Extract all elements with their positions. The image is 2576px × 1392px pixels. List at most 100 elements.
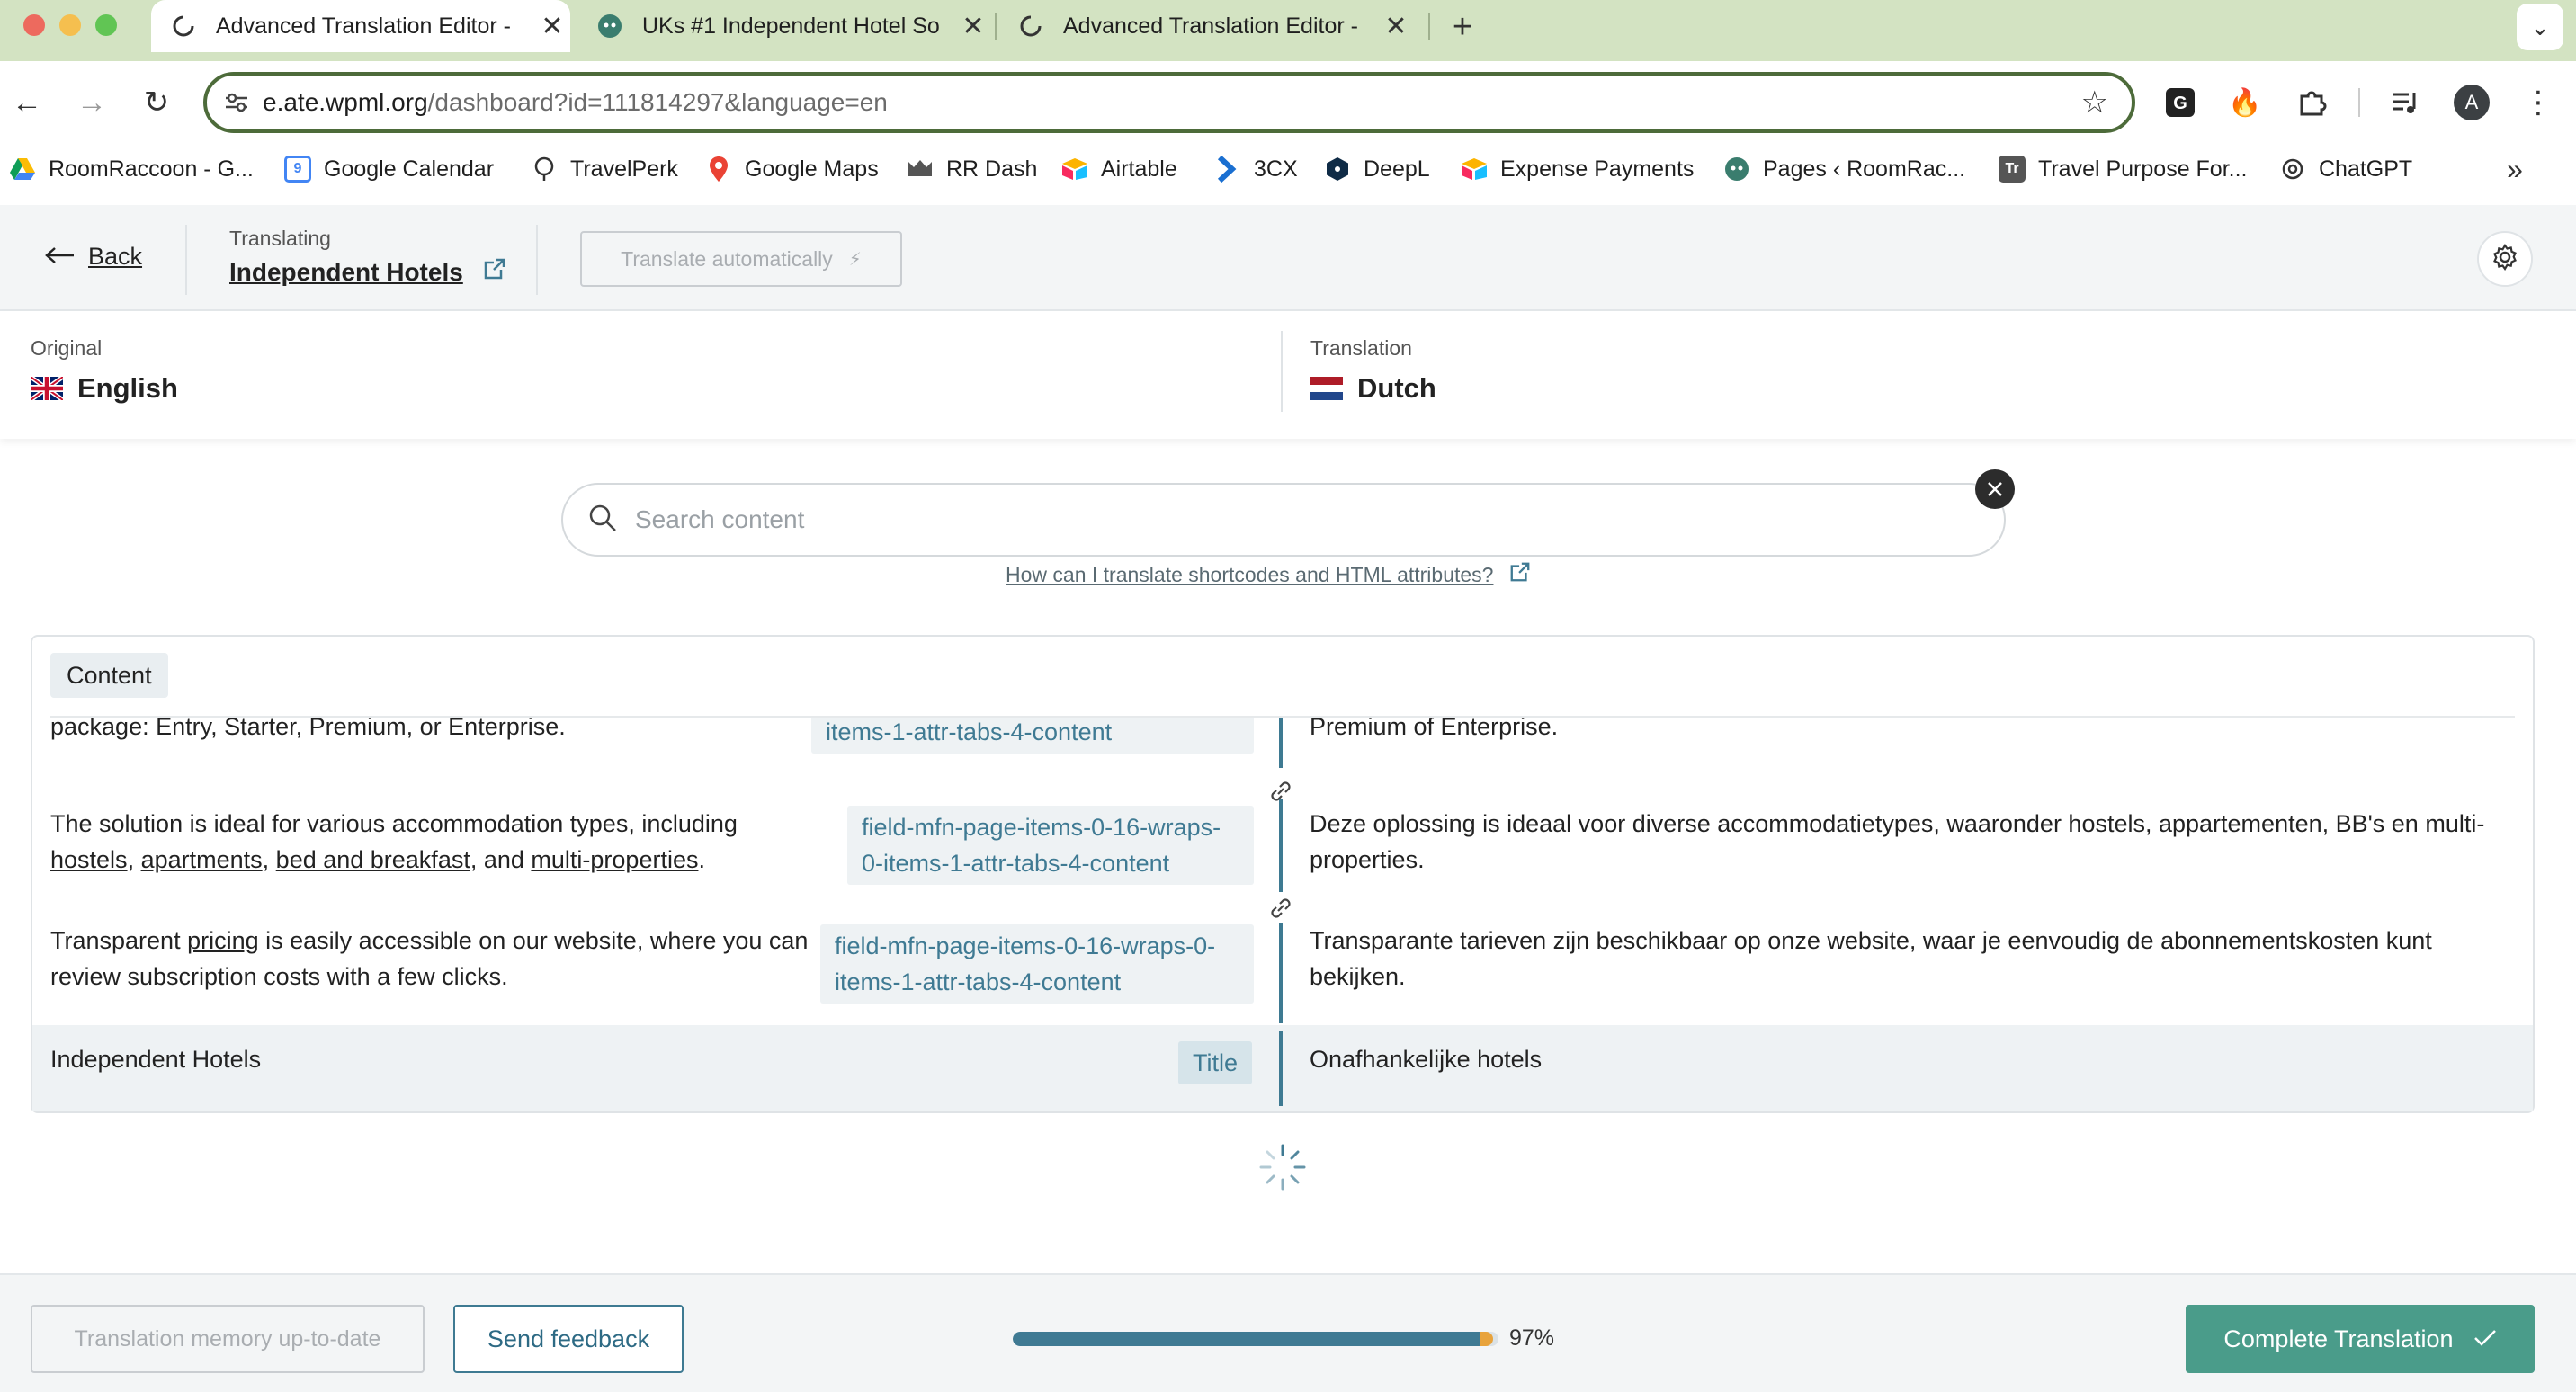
bookmark-chatgpt[interactable]: ChatGPT: [2279, 149, 2412, 189]
wpml-tab-icon: [171, 13, 196, 39]
browser-tab-1[interactable]: Advanced Translation Editor - ✕: [151, 0, 570, 52]
browser-tab-3[interactable]: Advanced Translation Editor - ✕: [998, 0, 1414, 52]
segment-status-bar: [1279, 1031, 1283, 1106]
bookmark-expense-payments[interactable]: Expense Payments: [1461, 149, 1694, 189]
send-feedback-button[interactable]: Send feedback: [453, 1305, 684, 1373]
more-bookmarks-icon[interactable]: »: [2497, 151, 2533, 187]
calendar-icon: 9: [284, 156, 311, 183]
source-link-hostels[interactable]: hostels: [50, 846, 128, 873]
bookmark-label: TravelPerk: [570, 156, 678, 182]
segment-status-bar: [1279, 923, 1283, 1023]
bookmark-label: Google Maps: [745, 156, 879, 182]
bookmark-roomraccoon[interactable]: RoomRaccoon - G...: [9, 149, 254, 189]
address-bar[interactable]: e.ate.wpml.org/dashboard?id=111814297&la…: [203, 72, 2135, 133]
target-text[interactable]: Deze oplossing is ideaal voor diverse ac…: [1310, 806, 2515, 878]
segment-status-bar: [1279, 799, 1283, 892]
back-button[interactable]: Back: [45, 243, 142, 271]
roomraccoon-tab-icon: [597, 13, 622, 39]
close-window-button[interactable]: [23, 14, 45, 36]
source-text: Independent Hotels: [50, 1046, 262, 1073]
translate-automatically-button[interactable]: Translate automatically ⚡: [580, 231, 902, 287]
bookmark-airtable[interactable]: Airtable: [1061, 149, 1177, 189]
field-tag: field-mfn-page-items-0-16-wraps-0-items-…: [847, 806, 1254, 885]
field-tag-line: field-mfn-page-items-0-16-wraps-0-: [835, 932, 1216, 959]
field-tag: items-1-attr-tabs-4-content: [811, 718, 1254, 754]
reload-icon[interactable]: ↻: [137, 83, 176, 122]
search-input[interactable]: Search content: [561, 483, 2006, 557]
language-divider: [1281, 331, 1283, 412]
field-tag: field-mfn-page-items-0-16-wraps-0- items-…: [820, 924, 1254, 1004]
original-label: Original: [31, 336, 103, 360]
field-tag-line: items-1-attr-tabs-4-content: [835, 968, 1122, 995]
bookmark-travel-purpose[interactable]: Tr Travel Purpose For...: [1999, 149, 2248, 189]
source-fragment: ,: [262, 846, 276, 873]
media-controls-icon[interactable]: [2385, 83, 2425, 122]
browser-menu-icon[interactable]: ⋮: [2518, 83, 2558, 122]
new-tab-icon[interactable]: +: [1443, 7, 1482, 47]
tab-title: Advanced Translation Editor -: [216, 13, 511, 39]
source-link-pricing[interactable]: pricing: [187, 927, 259, 954]
original-language: English: [31, 372, 178, 405]
source-link-bed-and-breakfast[interactable]: bed and breakfast: [276, 846, 470, 873]
site-settings-icon[interactable]: [223, 92, 250, 113]
source-fragment: ,: [127, 846, 141, 873]
bookmark-deepl[interactable]: DeepL: [1324, 149, 1430, 189]
close-tab-icon[interactable]: ✕: [955, 11, 991, 42]
clear-search-button[interactable]: [1975, 469, 2015, 509]
expense-icon: [1461, 156, 1488, 183]
translation-language-name: Dutch: [1357, 372, 1436, 404]
segment-row-1[interactable]: The solution is ideal for various accomm…: [32, 802, 2533, 892]
extensions-puzzle-icon[interactable]: [2292, 83, 2331, 122]
bookmark-3cx[interactable]: 3CX: [1214, 149, 1298, 189]
fire-extension-icon[interactable]: 🔥: [2225, 83, 2265, 122]
uk-flag-icon: [31, 377, 63, 400]
segment-row-0[interactable]: package: Entry, Starter, Premium, or Ent…: [32, 718, 2533, 763]
url-path: /dashboard?id=111814297&language=en: [427, 88, 888, 116]
bookmark-rr-dash[interactable]: RR Dash: [907, 149, 1037, 189]
lightning-icon: ⚡: [848, 249, 862, 270]
bookmark-pages-roomraccoon[interactable]: Pages ‹ RoomRac...: [1723, 149, 1965, 189]
close-tab-icon[interactable]: ✕: [1378, 11, 1414, 42]
target-text[interactable]: Premium of Enterprise.: [1310, 718, 2497, 745]
field-tag-line: 0-items-1-attr-tabs-4-content: [862, 850, 1170, 877]
minimize-window-button[interactable]: [59, 14, 81, 36]
segment-row-2[interactable]: Transparent pricing is easily accessible…: [32, 919, 2533, 1018]
bookmark-google-maps[interactable]: Google Maps: [705, 149, 879, 189]
header-divider: [536, 225, 538, 295]
svg-text:G: G: [2173, 94, 2187, 113]
settings-gear-button[interactable]: [2477, 231, 2533, 287]
back-arrow-icon[interactable]: ←: [7, 83, 47, 122]
external-link-icon: [483, 257, 506, 287]
source-link-apartments[interactable]: apartments: [141, 846, 263, 873]
profile-avatar[interactable]: A: [2454, 85, 2490, 120]
bookmark-travelperk[interactable]: TravelPerk: [531, 149, 678, 189]
segment-row-title[interactable]: [32, 1025, 2533, 1111]
complete-label: Complete Translation: [2223, 1325, 2454, 1352]
complete-translation-button[interactable]: Complete Translation: [2186, 1305, 2535, 1373]
bookmark-star-icon[interactable]: ☆: [2081, 85, 2108, 120]
wpml-tab-icon: [1018, 13, 1043, 39]
target-text[interactable]: Onafhankelijke hotels: [1310, 1041, 1542, 1077]
source-fragment: .: [698, 846, 705, 873]
target-text[interactable]: Transparante tarieven zijn beschikbaar o…: [1310, 923, 2515, 995]
source-link-multi-properties[interactable]: multi-properties: [531, 846, 698, 873]
document-title-link[interactable]: Independent Hotels: [229, 257, 506, 287]
forward-arrow-icon[interactable]: →: [72, 83, 112, 122]
nl-flag-icon: [1310, 377, 1343, 400]
close-tab-icon[interactable]: ✕: [534, 11, 570, 42]
bookmark-label: Google Calendar: [324, 156, 495, 182]
document-title: Independent Hotels: [229, 257, 463, 286]
maximize-window-button[interactable]: [95, 14, 117, 36]
translation-memory-button[interactable]: Translation memory up-to-date: [31, 1305, 425, 1373]
bookmark-label: Airtable: [1101, 156, 1177, 182]
url-host: e.ate.wpml.org: [263, 88, 428, 116]
grammarly-extension-icon[interactable]: G: [2160, 83, 2200, 122]
tab-title: UKs #1 Independent Hotel So: [642, 13, 940, 39]
external-link-icon: [1509, 561, 1531, 588]
bookmark-label: Expense Payments: [1500, 156, 1695, 182]
browser-tab-2[interactable]: UKs #1 Independent Hotel So ✕: [577, 0, 991, 52]
tab-search-dropdown-icon[interactable]: ⌄: [2517, 4, 2563, 50]
bookmark-label: ChatGPT: [2319, 156, 2413, 182]
shortcodes-help-link[interactable]: How can I translate shortcodes and HTML …: [1006, 561, 1531, 588]
bookmark-google-calendar[interactable]: 9 Google Calendar: [284, 149, 494, 189]
